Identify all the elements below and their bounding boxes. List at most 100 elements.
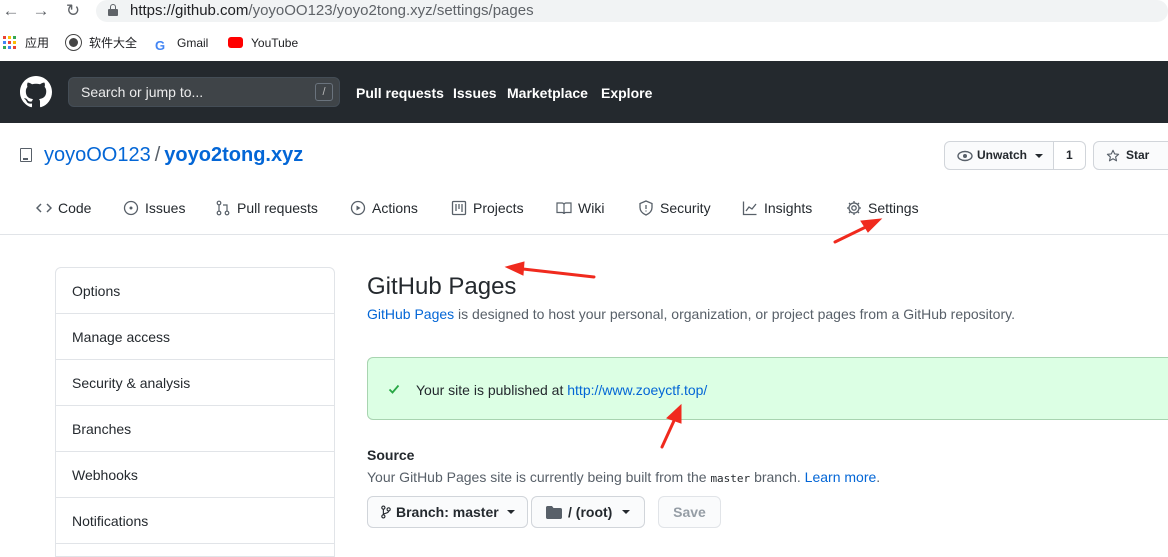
branch-icon (381, 505, 391, 519)
github-header: Search or jump to... / Pull requests Iss… (0, 61, 1168, 123)
published-flash: Your site is published at http://www.zoe… (367, 357, 1168, 420)
url-text[interactable]: https://github.com/yoyoOO123/yoyo2tong.x… (130, 2, 534, 19)
watch-button-group: Unwatch 1 (944, 141, 1086, 170)
tab-label: Insights (764, 200, 813, 216)
reload-icon[interactable]: ↻ (64, 2, 82, 20)
source-text: . (876, 469, 881, 485)
youtube-icon (228, 37, 243, 48)
branch-select-label: Branch: master (396, 504, 499, 520)
tab-security[interactable]: Security (638, 200, 711, 216)
tab-label: Actions (372, 200, 418, 216)
bookmark-label: 软件大全 (89, 36, 138, 50)
source-description: Your GitHub Pages site is currently bein… (367, 469, 880, 485)
learn-more-link[interactable]: Learn more (805, 469, 877, 485)
browser-toolbar: ← → ↻ https://github.com/yoyoOO123/yoyo2… (0, 0, 1168, 24)
unwatch-label: Unwatch (977, 148, 1028, 162)
forward-icon[interactable]: → (32, 2, 50, 20)
branch-select[interactable]: Branch: master (367, 496, 528, 528)
book-icon (556, 202, 572, 215)
published-url-link[interactable]: http://www.zoeyctf.top/ (567, 382, 707, 398)
nav-marketplace[interactable]: Marketplace (507, 85, 588, 101)
tab-label: Projects (473, 200, 524, 216)
source-text: branch. (750, 469, 805, 485)
sidebar-item-branches[interactable]: Branches (56, 406, 334, 452)
chevron-down-icon (1035, 153, 1044, 158)
settings-sidebar: Options Manage access Security & analysi… (55, 267, 335, 557)
description-text: is designed to host your personal, organ… (454, 306, 1015, 322)
tab-label: Wiki (578, 200, 605, 216)
sidebar-item-notifications[interactable]: Notifications (56, 498, 334, 544)
star-label: Star (1126, 148, 1150, 162)
gear-icon (847, 201, 861, 215)
pull-request-icon (216, 200, 230, 216)
tab-insights[interactable]: Insights (742, 200, 812, 216)
chevron-down-icon (622, 510, 631, 514)
issue-icon (123, 200, 139, 216)
google-icon: G (155, 38, 166, 53)
apps-grid-icon[interactable] (3, 36, 16, 49)
repo-title: yoyoOO123/yoyo2tong.xyz (44, 144, 303, 167)
tab-projects[interactable]: Projects (451, 200, 524, 216)
bookmark-apps[interactable]: 应用 (25, 34, 49, 52)
tab-label: Code (58, 200, 92, 216)
repo-separator: / (154, 144, 161, 166)
sidebar-item-manage-access[interactable]: Manage access (56, 314, 334, 360)
bookmark-youtube[interactable]: YouTube (228, 34, 298, 52)
tab-label: Security (660, 200, 711, 216)
unwatch-button[interactable]: Unwatch (944, 141, 1055, 170)
check-icon (388, 384, 400, 394)
star-button-group: Star (1093, 141, 1168, 170)
tab-actions[interactable]: Actions (350, 200, 418, 216)
sidebar-item-webhooks[interactable]: Webhooks (56, 452, 334, 498)
url-host: https://github.com (130, 2, 249, 19)
search-placeholder: Search or jump to... (81, 84, 204, 100)
save-button[interactable]: Save (658, 496, 721, 528)
tab-settings[interactable]: Settings (846, 200, 919, 216)
repo-name-link[interactable]: yoyo2tong.xyz (164, 144, 303, 166)
folder-icon (546, 505, 562, 519)
page-description: GitHub Pages is designed to host your pe… (367, 306, 1015, 322)
source-heading: Source (367, 447, 415, 463)
tab-code[interactable]: Code (36, 200, 91, 216)
tab-label: Pull requests (237, 200, 318, 216)
folder-select[interactable]: / (root) (531, 496, 646, 528)
tab-label: Issues (145, 200, 186, 216)
nav-pull-requests[interactable]: Pull requests (356, 85, 444, 101)
github-logo-icon[interactable] (20, 76, 52, 108)
bookmark-gmail[interactable]: G Gmail (155, 34, 209, 53)
star-icon (1106, 149, 1120, 161)
tab-wiki[interactable]: Wiki (556, 200, 604, 216)
search-input[interactable]: Search or jump to... / (68, 77, 340, 107)
search-shortcut-key: / (315, 83, 333, 101)
published-text: Your site is published at (416, 382, 568, 398)
source-text: Your GitHub Pages site is currently bein… (367, 469, 711, 485)
eye-icon (957, 150, 973, 161)
lock-icon (108, 4, 118, 16)
graph-icon (742, 201, 757, 216)
folder-select-label: / (root) (568, 504, 613, 520)
branch-code: master (710, 472, 751, 485)
published-message: Your site is published at http://www.zoe… (416, 382, 707, 398)
github-pages-link[interactable]: GitHub Pages (367, 306, 454, 322)
watch-count[interactable]: 1 (1054, 141, 1086, 170)
repo-icon (20, 148, 32, 162)
back-icon[interactable]: ← (2, 2, 20, 20)
repo-owner-link[interactable]: yoyoOO123 (44, 144, 151, 166)
bookmark-label: Gmail (177, 36, 209, 50)
tab-pull-requests[interactable]: Pull requests (215, 200, 318, 216)
bookmark-software[interactable]: 软件大全 (66, 34, 137, 52)
sidebar-item-security-analysis[interactable]: Security & analysis (56, 360, 334, 406)
page-title: GitHub Pages (367, 273, 517, 300)
repo-nav-tabs: Code Issues Pull requests Actions Projec… (0, 186, 1168, 235)
tab-issues[interactable]: Issues (123, 200, 185, 216)
play-icon (350, 200, 366, 216)
url-path: /yoyoOO123/yoyo2tong.xyz/settings/pages (248, 2, 534, 19)
project-icon (451, 200, 467, 216)
star-button[interactable]: Star (1093, 141, 1168, 170)
code-icon (36, 203, 52, 213)
tab-label: Settings (868, 200, 919, 216)
nav-explore[interactable]: Explore (601, 85, 652, 101)
shield-icon (639, 200, 653, 216)
sidebar-item-options[interactable]: Options (56, 268, 334, 314)
nav-issues[interactable]: Issues (453, 85, 497, 101)
